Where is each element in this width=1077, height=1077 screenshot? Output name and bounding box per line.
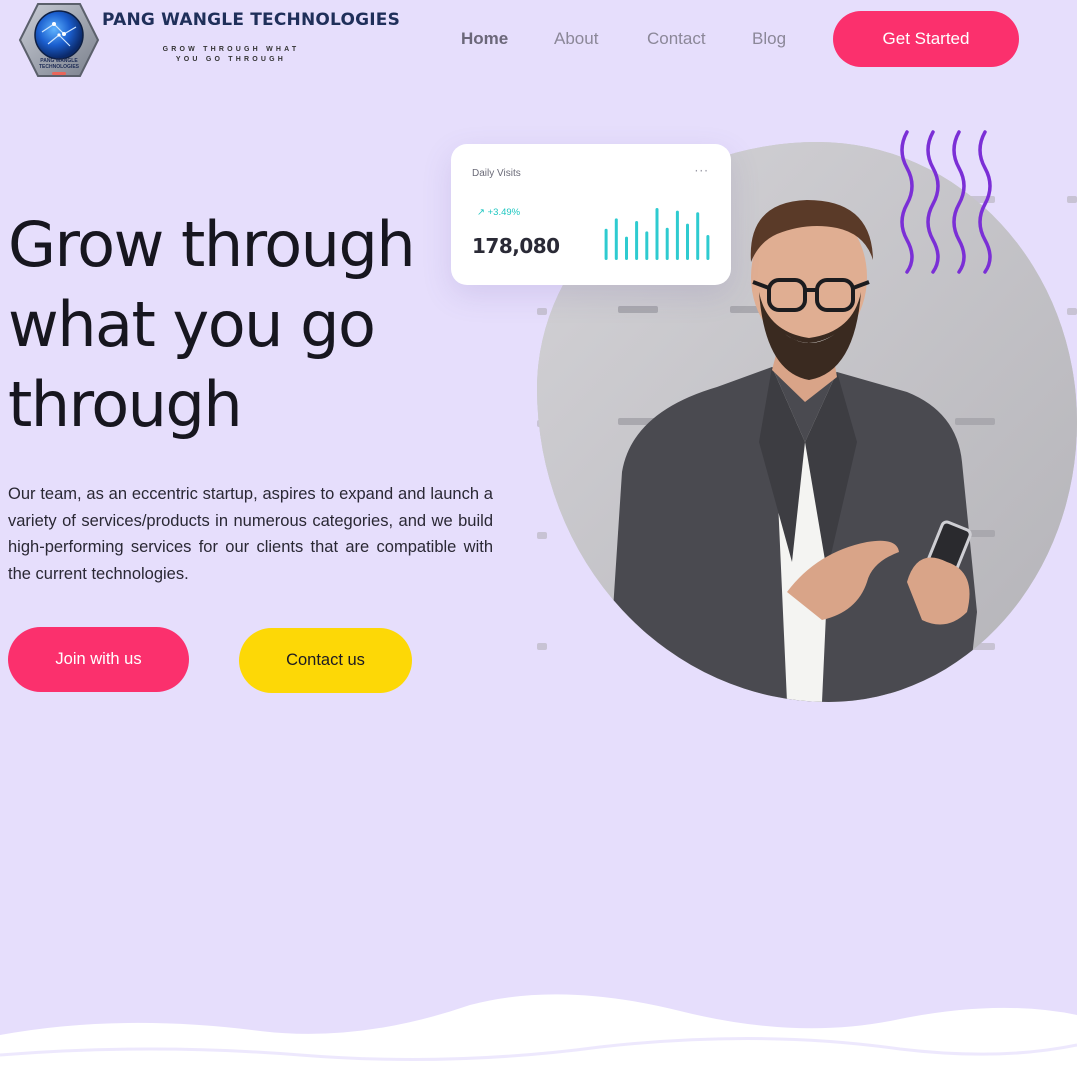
visits-bar — [645, 231, 649, 260]
visits-bar-chart — [604, 208, 710, 260]
brand-tagline: GROW THROUGH WHAT YOU GO THROUGH — [146, 45, 316, 65]
nav-blog[interactable]: Blog — [752, 29, 786, 49]
nav-about[interactable]: About — [554, 29, 598, 49]
visits-bar — [706, 235, 710, 260]
wavy-lines-decoration — [900, 130, 992, 274]
daily-visits-card: Daily Visits ··· ↗ +3.49% 178,080 — [451, 144, 731, 285]
brand-name: PANG WANGLE TECHNOLOGIES — [102, 10, 401, 30]
visits-value: 178,080 — [472, 234, 560, 258]
bottom-wave-decoration — [0, 994, 1077, 1077]
more-horizontal-icon[interactable]: ··· — [695, 164, 709, 178]
svg-text:TECHNOLOGIES: TECHNOLOGIES — [39, 64, 80, 70]
hero-description: Our team, as an eccentric startup, aspir… — [8, 485, 493, 583]
hero-title-line2: what you go — [8, 288, 376, 361]
visits-bar — [614, 218, 618, 260]
visits-bar — [665, 227, 669, 260]
visits-bar — [635, 221, 639, 260]
visits-bar — [625, 236, 628, 260]
company-logo[interactable]: PANG WANGLE TECHNOLOGIES — [18, 2, 100, 78]
brand-tagline-line2: YOU GO THROUGH — [175, 56, 287, 63]
get-started-button[interactable]: Get Started — [833, 11, 1019, 67]
visits-bar — [686, 223, 689, 260]
join-with-us-button[interactable]: Join with us — [8, 627, 189, 692]
contact-us-button[interactable]: Contact us — [239, 628, 412, 693]
visits-bar — [655, 208, 659, 260]
arrow-up-right-icon: ↗ — [477, 207, 485, 218]
card-title: Daily Visits — [472, 168, 521, 179]
trend-value: +3.49% — [487, 207, 521, 218]
visits-bar — [604, 228, 608, 260]
visits-bar — [696, 212, 700, 260]
hero-title-line1: Grow through — [8, 208, 416, 281]
hero-title: Grow through what you go through — [8, 205, 478, 445]
trend-indicator: ↗ +3.49% — [477, 207, 520, 218]
brand-tagline-line1: GROW THROUGH WHAT — [162, 46, 300, 53]
nav-home[interactable]: Home — [461, 29, 508, 49]
hero-title-line3: through — [8, 368, 243, 441]
visits-bar — [675, 210, 679, 260]
nav-contact[interactable]: Contact — [647, 29, 706, 49]
